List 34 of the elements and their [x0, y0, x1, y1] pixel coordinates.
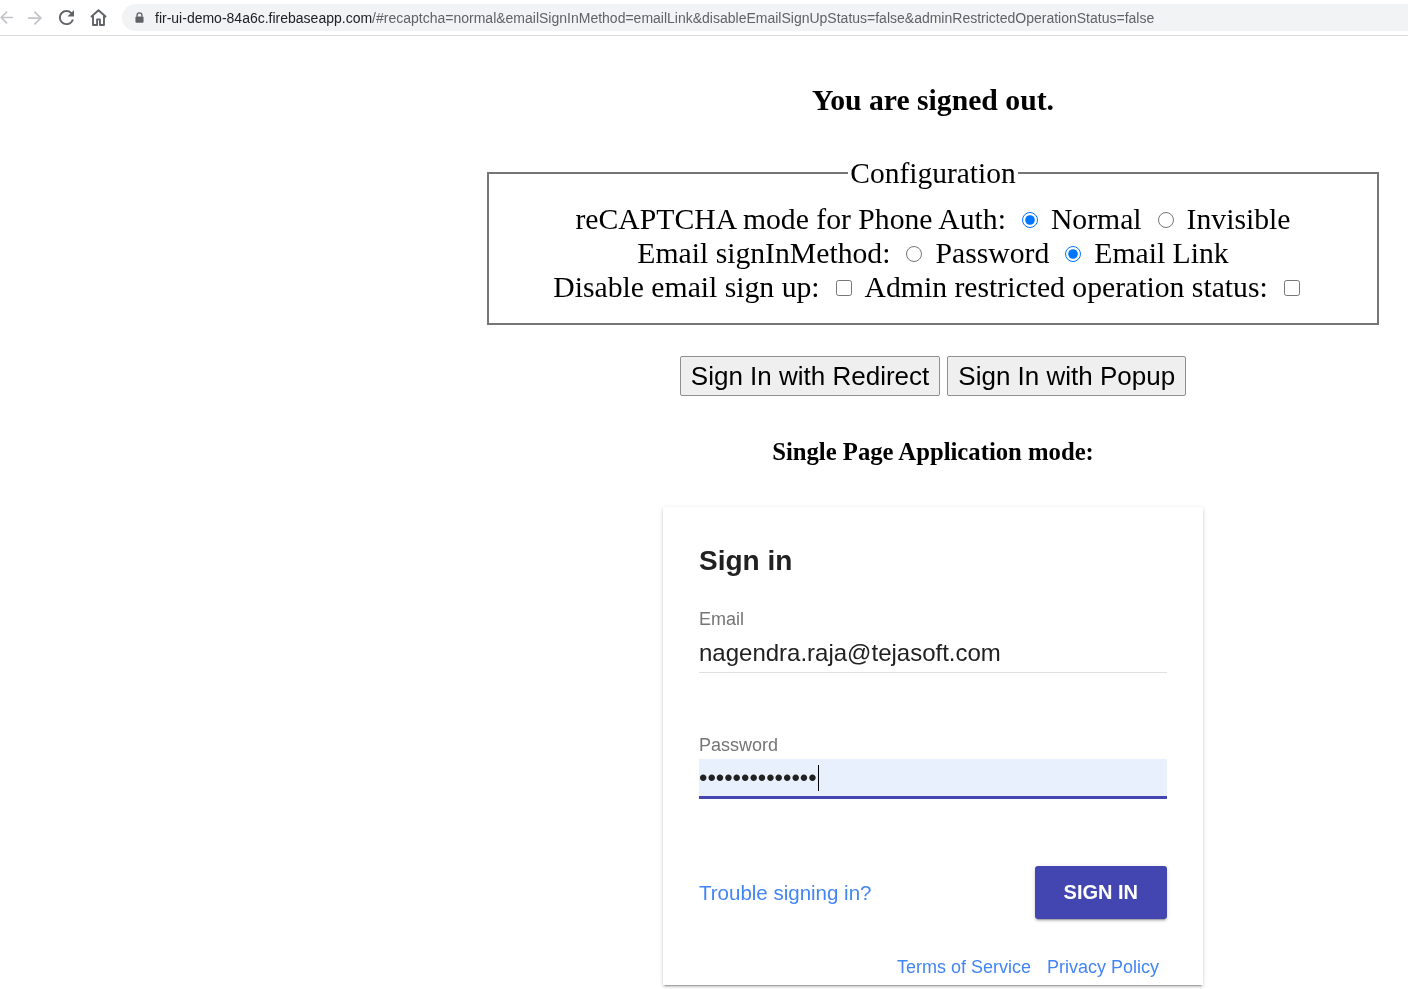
checkbox[interactable] [1283, 280, 1300, 296]
radio-button[interactable] [1065, 246, 1082, 262]
sign-in-button[interactable]: Sign In with Popup [947, 356, 1187, 396]
option-label: Email Link [1094, 236, 1229, 270]
text-cursor-icon [817, 764, 819, 791]
option-label: Email signInMethod: [637, 236, 891, 270]
section-heading: Single Page Application mode: [772, 437, 1094, 467]
field-label: Password [699, 735, 780, 755]
option-label: reCAPTCHA mode for Phone Auth: [575, 202, 1006, 236]
option-label: Invisible [1186, 202, 1291, 236]
input-field[interactable]: nagendra.raja@tejasoft.com [699, 633, 1167, 673]
reload-icon[interactable] [59, 10, 74, 25]
help-link[interactable]: Trouble signing in? [699, 880, 872, 905]
lock-icon[interactable] [135, 12, 144, 23]
option-label: Normal [1050, 202, 1142, 236]
panel-legend: Configuration [848, 156, 1018, 190]
option-label: Disable email sign up: [553, 270, 820, 304]
checkbox[interactable] [835, 280, 852, 296]
submit-button[interactable]: SIGN IN [1034, 866, 1167, 919]
option-label: Password [935, 236, 1050, 270]
field-label: Email [699, 609, 745, 629]
footer-link[interactable]: Terms of Service [896, 956, 1031, 978]
page-heading: You are signed out. [812, 84, 1054, 116]
card-title: Sign in [699, 545, 794, 577]
home-icon[interactable] [90, 9, 107, 26]
address-bar[interactable]: fir-ui-demo-84a6c.firebaseapp.com/#recaptcha=normal&emailSignInMethod=emailLink&disableEmailSignUpStatus=false&adminRestrictedOperationStatus=false [122, 4, 1408, 31]
input-field[interactable]: •••••••••••••• [699, 759, 1167, 799]
sign-in-button[interactable]: Sign In with Redirect [679, 356, 941, 396]
radio-button[interactable] [906, 246, 923, 262]
option-label: Admin restricted operation status: [864, 270, 1268, 304]
radio-button[interactable] [1021, 212, 1038, 228]
footer-link[interactable]: Privacy Policy [1046, 956, 1159, 978]
radio-button[interactable] [1157, 212, 1174, 228]
url-text: fir-ui-demo-84a6c.firebaseapp.com/#recaptcha=normal&emailSignInMethod=emailLink&disableEmailSignUpStatus=false&adminRestrictedOperationStatus=false [155, 9, 1155, 26]
